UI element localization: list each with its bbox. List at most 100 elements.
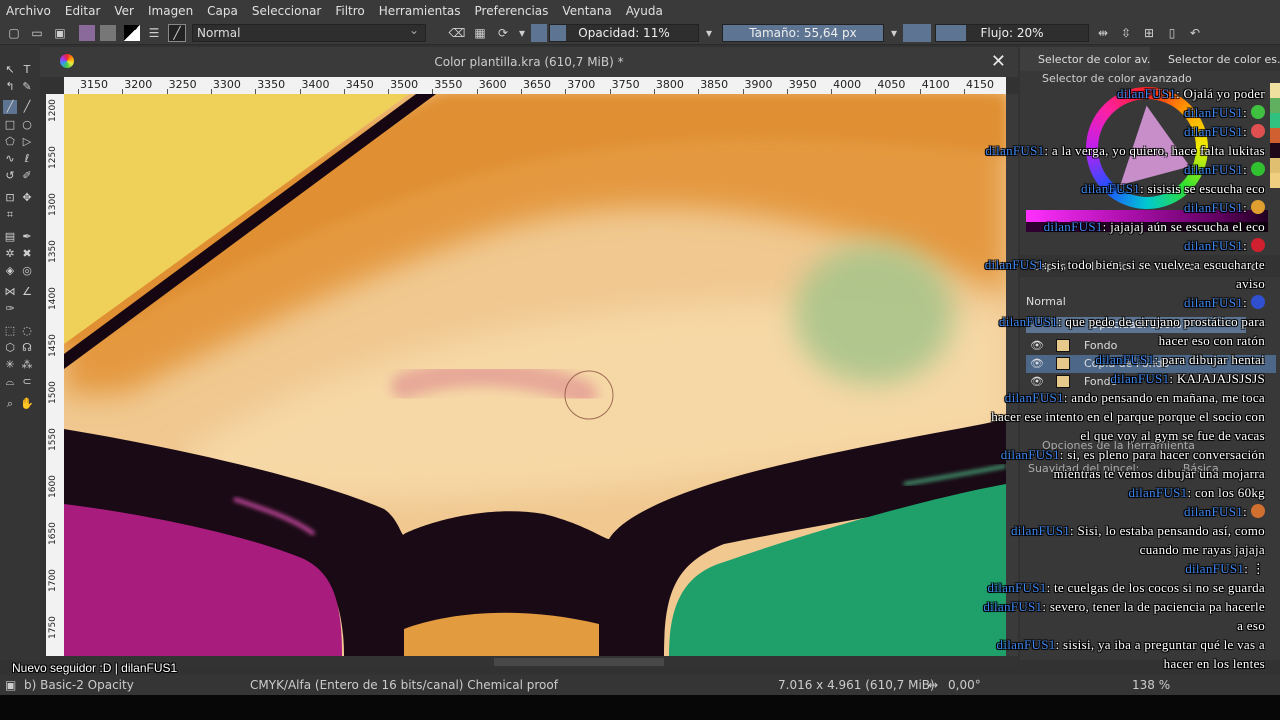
- rect-select-icon[interactable]: ⬚: [3, 324, 17, 338]
- eraser-icon[interactable]: ⌫: [448, 24, 466, 42]
- polyline-tool-icon[interactable]: ▷: [20, 135, 34, 149]
- chat-username: dilanFUS1: [1117, 86, 1177, 101]
- blend-mode-select[interactable]: Normal: [192, 22, 426, 42]
- color-space: CMYK/Alfa (Entero de 16 bits/canal) Chem…: [250, 678, 558, 692]
- close-document-icon[interactable]: ✕: [991, 51, 1006, 72]
- chat-username: dilanFUS1: [987, 580, 1047, 595]
- size-slider[interactable]: Tamaño: 55,64 px: [722, 23, 884, 42]
- stream-chat-overlay: dilanFUS1: Ojalá yo poder dilanFUS1: dilan…: [930, 84, 1265, 704]
- menu-item[interactable]: Ver: [114, 4, 134, 18]
- chat-message: dilanFUS1: ⋮: [1185, 559, 1265, 578]
- zoom-tool-icon[interactable]: ⌕: [3, 397, 17, 411]
- chat-username: dilanFUS1: [1110, 371, 1170, 386]
- edit-shapes-icon[interactable]: ↰: [3, 80, 17, 94]
- transform-tool-icon[interactable]: ⊡: [3, 191, 17, 205]
- menu-item[interactable]: Ventana: [562, 4, 611, 18]
- chat-message: mientras te vemos dibujar una mojarra: [1054, 464, 1265, 483]
- crop-tool-icon[interactable]: ⌗: [3, 208, 17, 222]
- menu-item[interactable]: Herramientas: [379, 4, 461, 18]
- dynamic-brush-icon[interactable]: ↺: [3, 169, 17, 183]
- measure-tool-icon[interactable]: ∠: [20, 285, 34, 299]
- tab-specific-color-selector[interactable]: Selector de color es...: [1150, 47, 1280, 71]
- bezier-tool-icon[interactable]: ∿: [3, 152, 17, 166]
- chat-username: dilanFUS1: [1184, 295, 1244, 310]
- brush-settings-icon[interactable]: ☰: [145, 24, 163, 42]
- chat-text: : con los 60kg: [1187, 485, 1265, 500]
- artwork: [64, 94, 1006, 656]
- chat-emote-icon: [1251, 504, 1265, 518]
- color-picker-icon[interactable]: ✒: [20, 230, 34, 244]
- gradient-tool-icon[interactable]: ▤: [3, 230, 17, 244]
- menu-item[interactable]: Imagen: [148, 4, 193, 18]
- main-toolbar: ▢ ▭ ▣ ☰ ╱ Normal ⌫ ▦ ⟳ ▾ Opacidad: 11% ▾…: [0, 21, 1280, 45]
- calligraphy-icon[interactable]: ✎: [20, 80, 34, 94]
- menu-item[interactable]: Ayuda: [626, 4, 663, 18]
- chevron-down-icon[interactable]: ▾: [889, 24, 899, 42]
- canvas-only-icon[interactable]: ▯: [1163, 24, 1181, 42]
- chat-username: dilanFUS1: [985, 143, 1045, 158]
- rotation-icon[interactable]: ↔: [928, 678, 938, 692]
- freehand-select-icon[interactable]: ☊: [20, 341, 34, 355]
- save-icon[interactable]: ▣: [51, 24, 69, 42]
- flow-slider[interactable]: Flujo: 20%: [935, 23, 1089, 42]
- brush-tool-icon[interactable]: ╱: [3, 100, 17, 114]
- smart-patch-icon[interactable]: ✖: [20, 247, 34, 261]
- move-tool-icon[interactable]: ✥: [20, 191, 34, 205]
- drawing-canvas[interactable]: [64, 94, 1006, 656]
- new-document-icon[interactable]: ▢: [5, 24, 23, 42]
- document-tab[interactable]: Color plantilla.kra (610,7 MiB) * ✕: [40, 47, 1018, 77]
- chevron-down-icon[interactable]: ▾: [517, 24, 527, 42]
- ellipse-select-icon[interactable]: ◌: [20, 324, 34, 338]
- alpha-lock-icon[interactable]: ▦: [471, 24, 489, 42]
- rectangle-tool-icon[interactable]: □: [3, 118, 17, 132]
- multibrush-icon[interactable]: ✐: [20, 169, 34, 183]
- horizontal-scroll-thumb[interactable]: [494, 658, 664, 666]
- chat-username: dilanFUS1: [1000, 447, 1060, 462]
- enclose-fill-icon[interactable]: ◎: [20, 264, 34, 278]
- pattern-icon[interactable]: [79, 24, 95, 41]
- menu-item[interactable]: Filtro: [335, 4, 364, 18]
- reload-icon[interactable]: ⟳: [494, 24, 512, 42]
- horizontal-scrollbar[interactable]: [64, 656, 1018, 668]
- zoom-value[interactable]: 138 %: [1132, 678, 1170, 692]
- line-tool-icon[interactable]: ╱: [20, 100, 34, 114]
- mirror-horizontal-icon[interactable]: ⇹: [1094, 24, 1112, 42]
- pan-tool-icon[interactable]: ✋: [20, 397, 34, 411]
- ellipse-tool-icon[interactable]: ○: [20, 118, 34, 132]
- ruler-label: 1700: [48, 569, 58, 592]
- text-tool-icon[interactable]: T: [20, 63, 34, 77]
- chat-username: dilanFUS1: [1081, 181, 1141, 196]
- undo-icon[interactable]: ↶: [1186, 24, 1204, 42]
- contiguous-select-icon[interactable]: ✳: [3, 358, 17, 372]
- tab-advanced-color-selector[interactable]: Selector de color av...: [1020, 47, 1150, 71]
- bezier-select-icon[interactable]: ⌓: [3, 375, 17, 389]
- brush-preset-icon[interactable]: ╱: [168, 23, 186, 42]
- wrap-icon[interactable]: ⊞: [1140, 24, 1158, 42]
- chat-text: :: [1243, 105, 1247, 120]
- colorize-mask-icon[interactable]: ✲: [3, 247, 17, 261]
- color-history-swatches[interactable]: [1270, 83, 1280, 203]
- chevron-down-icon[interactable]: ▾: [704, 24, 714, 42]
- open-document-icon[interactable]: ▭: [28, 24, 46, 42]
- menu-item[interactable]: Preferencias: [475, 4, 549, 18]
- brush-preset-icon[interactable]: ▣: [5, 678, 16, 692]
- magnetic-select-icon[interactable]: ⊂: [20, 375, 34, 389]
- reference-tool-icon[interactable]: ✑: [3, 302, 17, 316]
- fg-bg-color-icon[interactable]: [124, 24, 140, 41]
- rotation-value[interactable]: 0,00°: [948, 678, 981, 692]
- fill-tool-icon[interactable]: ◈: [3, 264, 17, 278]
- menu-item[interactable]: Capa: [207, 4, 238, 18]
- mirror-vertical-icon[interactable]: ⇳: [1117, 24, 1135, 42]
- polygon-tool-icon[interactable]: ⬠: [3, 135, 17, 149]
- gradient-icon[interactable]: [100, 24, 116, 41]
- menu-item[interactable]: Seleccionar: [252, 4, 321, 18]
- polygon-select-icon[interactable]: ⬡: [3, 341, 17, 355]
- chat-username: dilanFUS1: [1184, 162, 1244, 177]
- freehand-path-icon[interactable]: ℓ: [20, 152, 34, 166]
- select-tool-icon[interactable]: ↖: [3, 63, 17, 77]
- menu-item[interactable]: Editar: [65, 4, 101, 18]
- opacity-slider[interactable]: Opacidad: 11%: [549, 23, 699, 42]
- menu-item[interactable]: Archivo: [6, 4, 51, 18]
- similar-select-icon[interactable]: ⁂: [20, 358, 34, 372]
- assistant-tool-icon[interactable]: ⋈: [3, 285, 17, 299]
